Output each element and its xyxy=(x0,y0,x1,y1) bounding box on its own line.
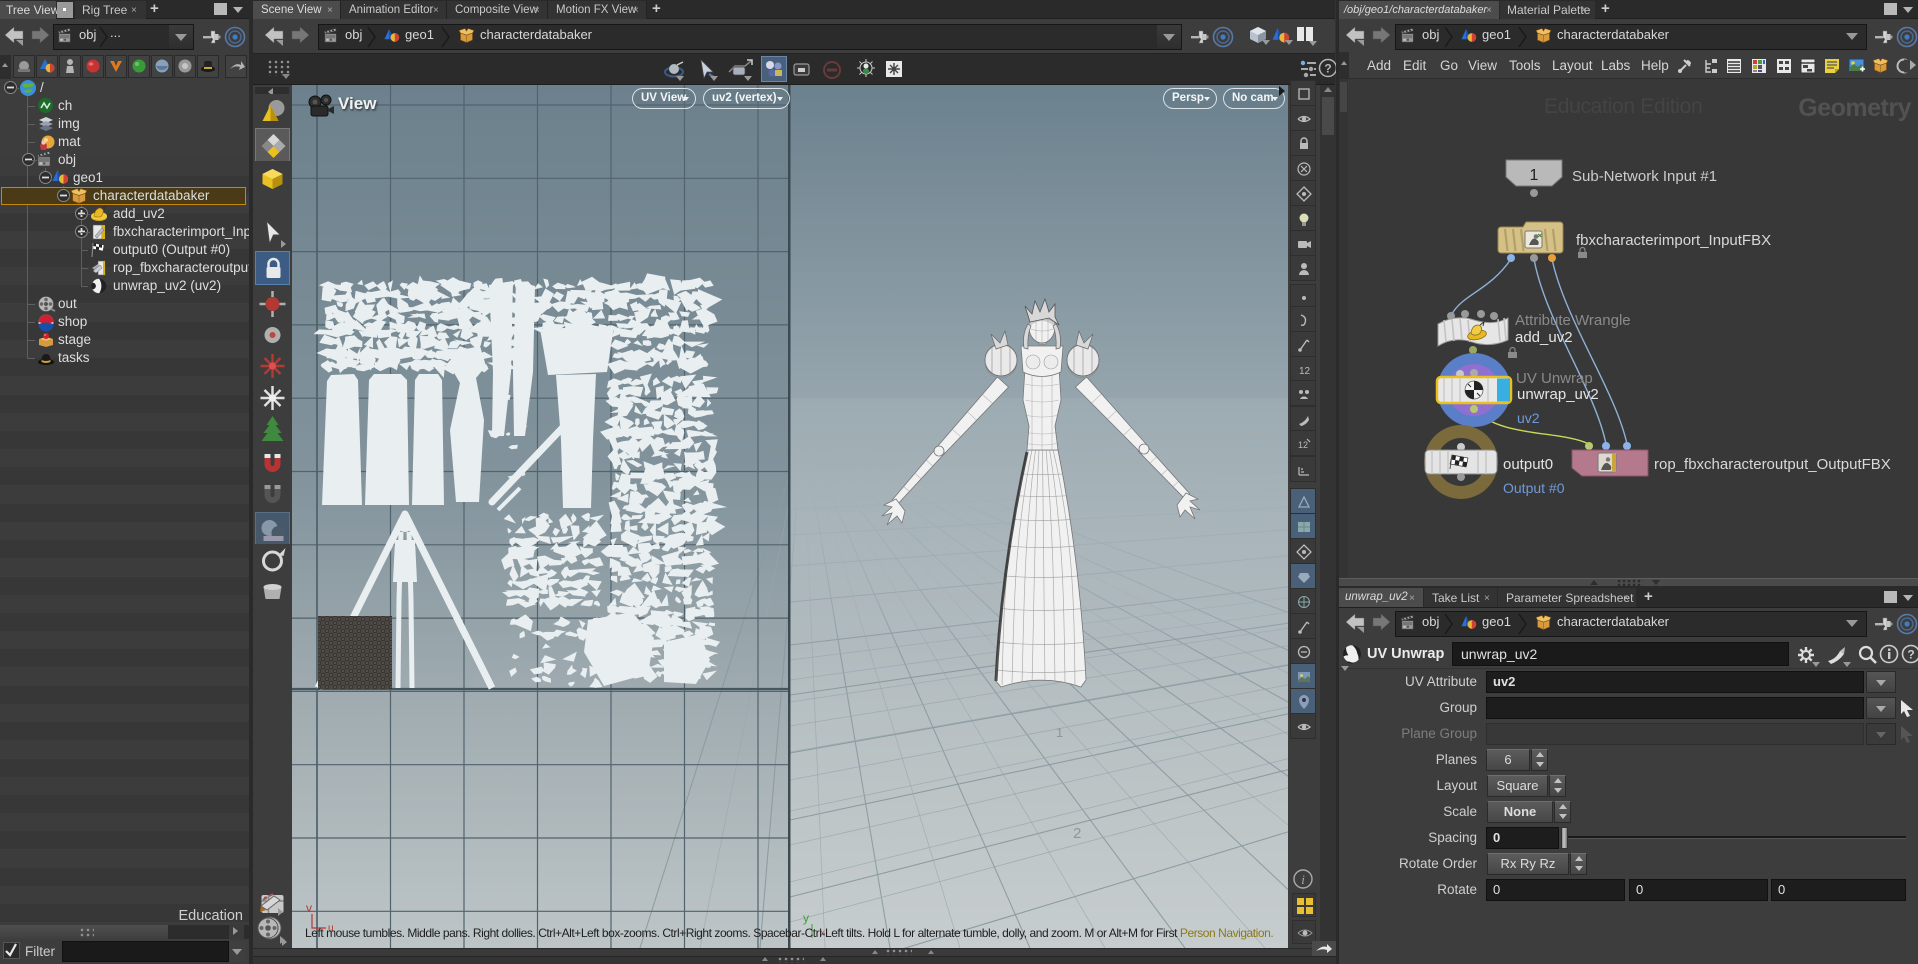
svg-text:?: ? xyxy=(1324,62,1331,76)
svg-text:v: v xyxy=(306,901,312,915)
svg-text:1: 1 xyxy=(1056,725,1063,740)
svg-text:i: i xyxy=(1301,872,1305,887)
svg-text:12: 12 xyxy=(1298,440,1308,450)
svg-text:?: ? xyxy=(1907,648,1914,662)
svg-text:Output #0: Output #0 xyxy=(1503,480,1565,496)
svg-text:UV Unwrap: UV Unwrap xyxy=(1516,370,1593,387)
svg-text:fbxcharacterimport_InputFBX: fbxcharacterimport_InputFBX xyxy=(1576,232,1771,249)
svg-text:12: 12 xyxy=(1299,366,1311,377)
svg-text:Attribute Wrangle: Attribute Wrangle xyxy=(1515,312,1631,329)
svg-text:Sub-Network Input #1: Sub-Network Input #1 xyxy=(1572,168,1717,185)
svg-text:1: 1 xyxy=(1530,167,1539,184)
svg-text:add_uv2: add_uv2 xyxy=(1515,329,1573,346)
svg-text:unwrap_uv2: unwrap_uv2 xyxy=(1517,386,1599,403)
svg-text:y: y xyxy=(803,911,809,925)
svg-text:uv2: uv2 xyxy=(1517,410,1540,426)
svg-text:2: 2 xyxy=(1073,825,1081,842)
svg-text:output0: output0 xyxy=(1503,456,1553,473)
svg-text:rop_fbxcharacteroutput_OutputF: rop_fbxcharacteroutput_OutputFBX xyxy=(1654,456,1891,473)
